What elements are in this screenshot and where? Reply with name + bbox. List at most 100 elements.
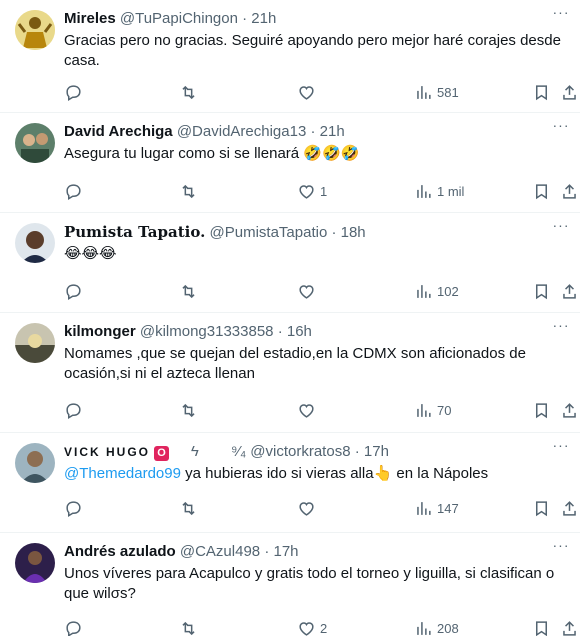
retweet-icon <box>182 85 195 99</box>
timestamp[interactable]: 18h <box>341 224 366 241</box>
reply-icon <box>66 183 81 200</box>
retweet-icon <box>182 501 195 515</box>
tweet-item[interactable]: Pumista Tapatio. @PumistaTapatio · 18h ·… <box>0 213 580 313</box>
share-icon <box>563 183 576 199</box>
user-handle[interactable]: @DavidArechiga13 <box>177 123 306 140</box>
share-button[interactable] <box>560 398 579 422</box>
retweet-button[interactable] <box>179 496 198 520</box>
like-button[interactable] <box>297 80 320 104</box>
display-name[interactable]: Pumista Tapatio. <box>64 223 205 241</box>
user-handle[interactable]: @victorkratos8 <box>250 443 350 460</box>
user-handle[interactable]: @TuPapiChingon <box>120 10 238 27</box>
action-bar: 147 <box>56 496 576 520</box>
reply-button[interactable] <box>64 496 83 520</box>
tweet-text: Gracias pero no gracias. Seguiré apoyand… <box>64 32 561 69</box>
tweet-item[interactable]: Andrés azulado @CAzul498 · 17h ··· Unos … <box>0 533 580 636</box>
retweet-button[interactable] <box>179 80 198 104</box>
views-button[interactable]: 581 <box>414 80 459 104</box>
like-button[interactable] <box>297 398 320 422</box>
views-icon <box>417 184 431 198</box>
like-button[interactable] <box>297 496 320 520</box>
avatar[interactable] <box>15 323 55 363</box>
bookmark-icon <box>535 84 548 100</box>
avatar[interactable] <box>15 10 55 50</box>
retweet-button[interactable] <box>179 279 198 303</box>
share-button[interactable] <box>560 279 579 303</box>
display-name[interactable]: VICK HUGO <box>64 445 150 459</box>
bookmark-button[interactable] <box>532 80 551 104</box>
bookmark-icon <box>535 402 548 418</box>
retweet-icon <box>182 403 195 417</box>
tweet-item[interactable]: Mireles @TuPapiChingon · 21h ··· Gracias… <box>0 0 580 113</box>
avatar[interactable] <box>15 123 55 163</box>
display-name[interactable]: David Arechiga <box>64 123 173 140</box>
view-count: 208 <box>437 620 459 636</box>
separator-dot: · <box>354 443 360 460</box>
retweet-button[interactable] <box>179 179 198 203</box>
user-handle[interactable]: @kilmong31333858 <box>140 323 274 340</box>
like-button[interactable]: 1 <box>297 179 327 203</box>
name-fraction: ⁹⁄₄ <box>231 443 247 460</box>
bookmark-button[interactable] <box>532 616 551 636</box>
views-button[interactable]: 208 <box>414 616 459 636</box>
timestamp[interactable]: 21h <box>251 10 276 27</box>
share-button[interactable] <box>560 80 579 104</box>
bookmark-button[interactable] <box>532 179 551 203</box>
view-count: 1 mil <box>437 183 465 199</box>
bookmark-button[interactable] <box>532 398 551 422</box>
bookmark-icon <box>535 183 548 199</box>
separator-dot: · <box>331 224 337 241</box>
share-button[interactable] <box>560 496 579 520</box>
reply-button[interactable] <box>64 80 83 104</box>
view-count: 102 <box>437 283 459 299</box>
share-button[interactable] <box>560 616 579 636</box>
user-handle[interactable]: @PumistaTapatio <box>210 224 328 241</box>
reply-button[interactable] <box>64 398 83 422</box>
views-button[interactable]: 70 <box>414 398 451 422</box>
retweet-icon <box>182 621 195 635</box>
avatar[interactable] <box>15 543 55 583</box>
timestamp[interactable]: 21h <box>320 123 345 140</box>
timestamp[interactable]: 17h <box>364 443 389 460</box>
bookmark-button[interactable] <box>532 279 551 303</box>
reply-icon <box>66 402 81 419</box>
like-button[interactable] <box>297 279 320 303</box>
like-button[interactable]: 2 <box>297 616 327 636</box>
more-options-icon[interactable]: ··· <box>550 538 572 560</box>
retweet-button[interactable] <box>179 616 198 636</box>
reply-icon <box>66 500 81 517</box>
tweet-item[interactable]: kilmonger @kilmong31333858 · 16h ··· Nom… <box>0 313 580 433</box>
timestamp[interactable]: 16h <box>287 323 312 340</box>
views-button[interactable]: 1 mil <box>414 179 464 203</box>
timestamp[interactable]: 17h <box>273 543 298 560</box>
reply-button[interactable] <box>64 616 83 636</box>
tweet-item[interactable]: David Arechiga @DavidArechiga13 · 21h ··… <box>0 113 580 213</box>
tweet-text: Unos víveres para Acapulco y gratis todo… <box>64 565 555 602</box>
more-options-icon[interactable]: ··· <box>550 118 572 140</box>
tweet-item[interactable]: VICK HUGO O ϟ ⁹⁄₄ @victorkratos8 · 17h ·… <box>0 433 580 533</box>
user-handle[interactable]: @CAzul498 <box>180 543 260 560</box>
avatar[interactable] <box>15 443 55 483</box>
reply-icon <box>66 84 81 101</box>
like-icon <box>299 85 314 100</box>
mention-link[interactable]: @Themedardo99 <box>64 465 181 482</box>
views-button[interactable]: 102 <box>414 279 459 303</box>
bookmark-button[interactable] <box>532 496 551 520</box>
avatar[interactable] <box>15 223 55 263</box>
retweet-button[interactable] <box>179 398 198 422</box>
views-button[interactable]: 147 <box>414 496 459 520</box>
separator-dot: · <box>310 123 316 140</box>
display-name[interactable]: kilmonger <box>64 323 136 340</box>
more-options-icon[interactable]: ··· <box>550 438 572 460</box>
reply-button[interactable] <box>64 179 83 203</box>
display-name[interactable]: Mireles <box>64 10 116 27</box>
more-options-icon[interactable]: ··· <box>550 218 572 240</box>
more-options-icon[interactable]: ··· <box>550 318 572 340</box>
action-bar: 2 208 <box>56 616 576 636</box>
reply-button[interactable] <box>64 279 83 303</box>
reply-icon <box>66 283 81 300</box>
more-options-icon[interactable]: ··· <box>550 5 572 27</box>
action-bar: 1 1 mil <box>56 179 576 203</box>
display-name[interactable]: Andrés azulado <box>64 543 176 560</box>
share-button[interactable] <box>560 179 579 203</box>
